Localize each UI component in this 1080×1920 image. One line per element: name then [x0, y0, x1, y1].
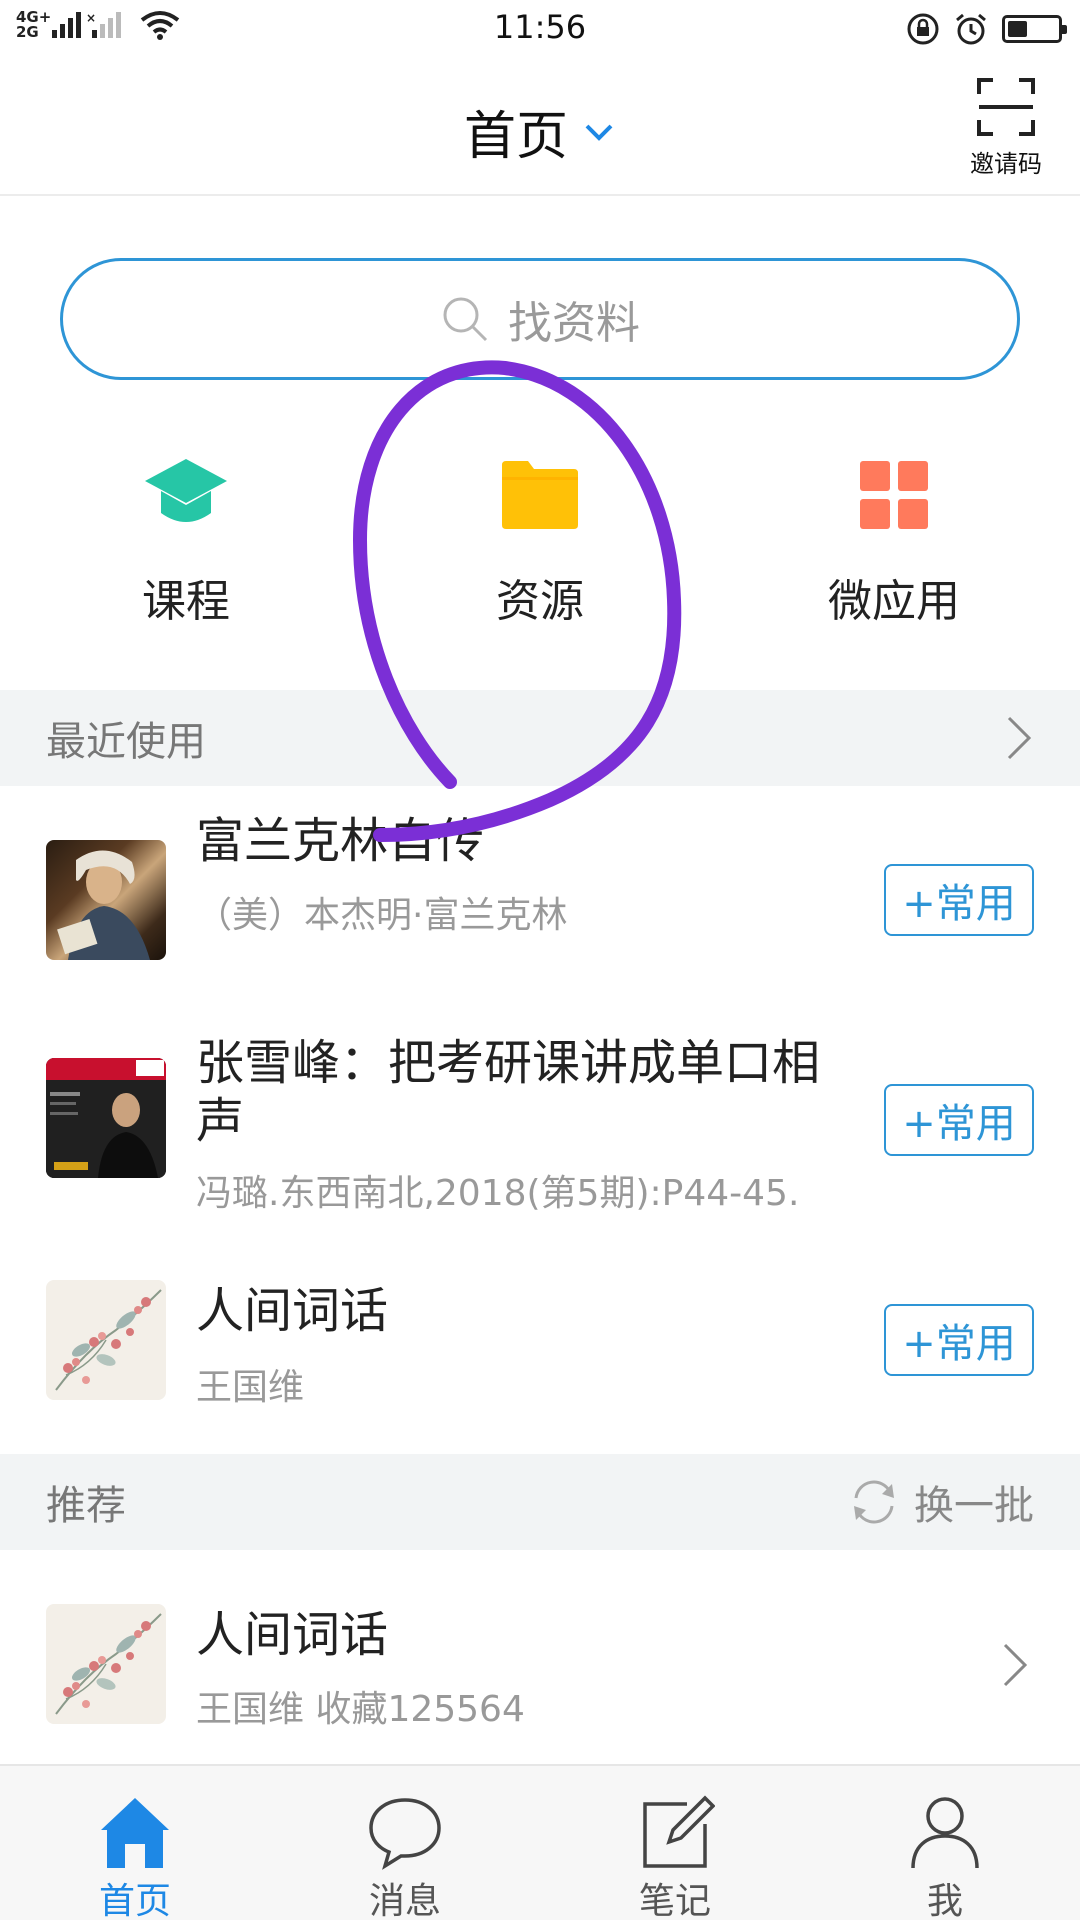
quick-action-courses[interactable]: 课程 — [56, 455, 316, 629]
app-grid-icon — [860, 461, 928, 529]
bottom-nav: 首页 消息 笔记 我 — [0, 1764, 1080, 1920]
magazine-cover-image — [46, 1058, 166, 1178]
item-subtitle: 王国维 收藏125564 — [196, 1689, 525, 1730]
top-bar: 首页 邀请码 — [0, 56, 1080, 196]
nav-label: 笔记 — [638, 1881, 711, 1920]
nav-label: 首页 — [98, 1881, 171, 1920]
nav-me[interactable]: 我 — [810, 1766, 1080, 1920]
quick-action-label: 资源 — [496, 576, 584, 627]
refresh-icon — [854, 1480, 894, 1524]
person-icon — [911, 1797, 979, 1869]
add-favorite-button[interactable]: +常用 — [884, 1084, 1034, 1156]
item-subtitle: 冯璐.东西南北,2018(第5期):P44-45. — [196, 1173, 800, 1214]
battery-icon — [1002, 15, 1067, 43]
item-title: 人间词话 — [196, 1607, 389, 1663]
book-cover-image — [46, 840, 166, 960]
rotation-lock-icon — [907, 13, 939, 45]
list-item[interactable]: 人间词话 王国维 收藏125564 — [0, 1550, 1080, 1764]
add-favorite-button[interactable]: +常用 — [884, 864, 1034, 936]
alarm-icon — [956, 13, 986, 45]
chevron-right-icon — [1007, 716, 1032, 760]
recommend-section-header: 推荐 换一批 — [0, 1454, 1080, 1550]
recommend-section-title: 推荐 — [46, 1483, 126, 1529]
item-title: 人间词话 — [196, 1283, 389, 1339]
edit-note-icon — [643, 1795, 715, 1868]
quick-action-label: 微应用 — [828, 576, 960, 627]
search-input[interactable]: 找资料 — [60, 258, 1020, 380]
add-favorite-button[interactable]: +常用 — [884, 1304, 1034, 1376]
folder-icon — [502, 461, 578, 529]
list-item[interactable]: 张雪峰：把考研课讲成单口相声 冯璐.东西南北,2018(第5期):P44-45.… — [0, 1004, 1080, 1240]
chat-bubble-icon — [369, 1798, 441, 1870]
graduation-cap-icon — [145, 459, 227, 522]
list-item[interactable]: 富兰克林自传 （美）本杰明·富兰克林 +常用 — [0, 786, 1080, 1004]
scan-icon — [977, 78, 1035, 136]
nav-home[interactable]: 首页 — [0, 1766, 270, 1920]
invite-code-label: 邀请码 — [970, 150, 1042, 178]
status-bar: 4G+ 2G × 11:56 — [0, 0, 1080, 56]
home-switcher[interactable]: 首页 — [0, 94, 1080, 169]
item-subtitle: 王国维 — [196, 1367, 305, 1408]
chevron-right-icon — [1003, 1643, 1028, 1687]
refresh-button[interactable]: 换一批 — [848, 1473, 1034, 1531]
recent-section-header[interactable]: 最近使用 — [0, 690, 1080, 786]
nav-notes[interactable]: 笔记 — [540, 1766, 810, 1920]
nav-label: 我 — [926, 1881, 963, 1920]
nav-messages[interactable]: 消息 — [270, 1766, 540, 1920]
item-title: 富兰克林自传 — [196, 813, 485, 869]
home-icon — [101, 1798, 169, 1868]
search-placeholder: 找资料 — [508, 298, 640, 349]
nav-label: 消息 — [368, 1881, 441, 1920]
book-cover-image — [46, 1280, 166, 1400]
refresh-label: 换一批 — [914, 1483, 1034, 1529]
search-icon — [443, 297, 488, 342]
item-title: 张雪峰：把考研课讲成单口相声 — [196, 1035, 821, 1149]
page-title: 首页 — [463, 107, 568, 167]
list-item[interactable]: 人间词话 王国维 +常用 — [0, 1240, 1080, 1454]
recent-section-title: 最近使用 — [46, 719, 206, 765]
quick-action-label: 课程 — [142, 576, 230, 627]
item-subtitle: （美）本杰明·富兰克林 — [196, 895, 568, 936]
book-cover-image — [46, 1604, 166, 1724]
chevron-down-icon — [585, 124, 613, 141]
quick-action-resources[interactable]: 资源 — [410, 455, 670, 629]
quick-action-micro-apps[interactable]: 微应用 — [764, 455, 1024, 629]
invite-code-button[interactable]: 邀请码 — [966, 76, 1046, 179]
